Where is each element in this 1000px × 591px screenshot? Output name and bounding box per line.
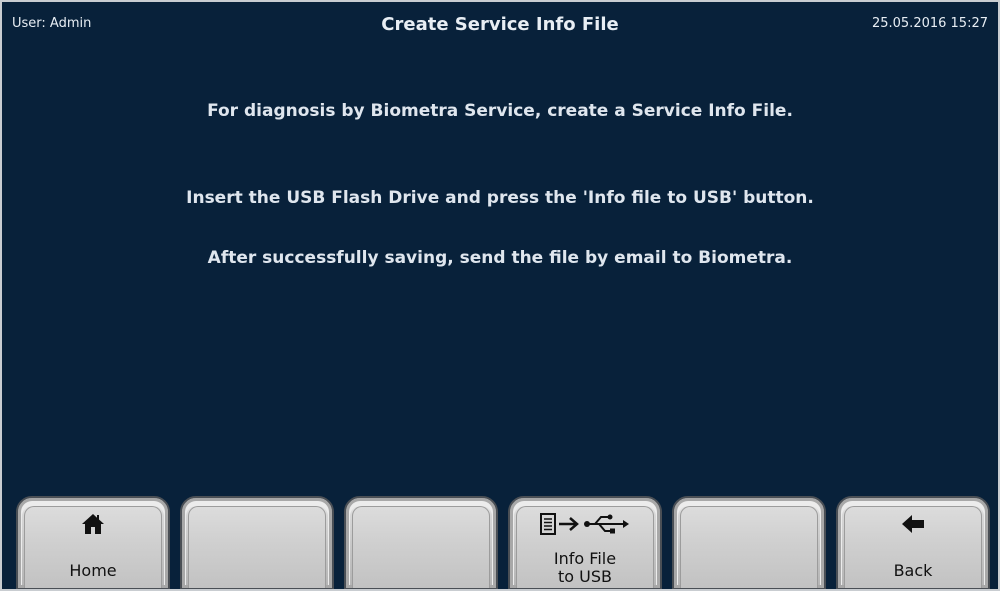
instruction-text-1: For diagnosis by Biometra Service, creat…: [207, 101, 793, 121]
date-time: 25.05.2016 15:27: [871, 16, 988, 31]
button-face: [680, 506, 818, 588]
instruction-text-2: Insert the USB Flash Drive and press the…: [186, 188, 814, 208]
button-face: [188, 506, 326, 588]
arrow-left-icon: [838, 512, 988, 536]
home-button[interactable]: Home: [16, 496, 170, 589]
instruction-text-3: After successfully saving, send the file…: [207, 248, 793, 268]
empty-button-5[interactable]: [672, 496, 826, 589]
info-file-button-label: Info File to USB: [510, 550, 660, 586]
header-bar: User: Admin Create Service Info File 25.…: [2, 2, 998, 38]
file-to-usb-icon: [510, 512, 660, 536]
empty-button-2[interactable]: [180, 496, 334, 589]
page-title: Create Service Info File: [381, 14, 619, 35]
home-icon: [18, 512, 168, 536]
button-face: [352, 506, 490, 588]
info-file-to-usb-button[interactable]: Info File to USB: [508, 496, 662, 589]
empty-button-3[interactable]: [344, 496, 498, 589]
info-file-label-line1: Info File: [553, 549, 617, 568]
back-button[interactable]: Back: [836, 496, 990, 589]
home-button-label: Home: [69, 561, 117, 580]
soft-button-bar: Home Info File to USB Back: [2, 492, 998, 589]
back-button-label: Back: [893, 561, 933, 580]
service-info-screen: User: Admin Create Service Info File 25.…: [0, 0, 1000, 591]
info-file-label-line2: to USB: [558, 567, 612, 586]
